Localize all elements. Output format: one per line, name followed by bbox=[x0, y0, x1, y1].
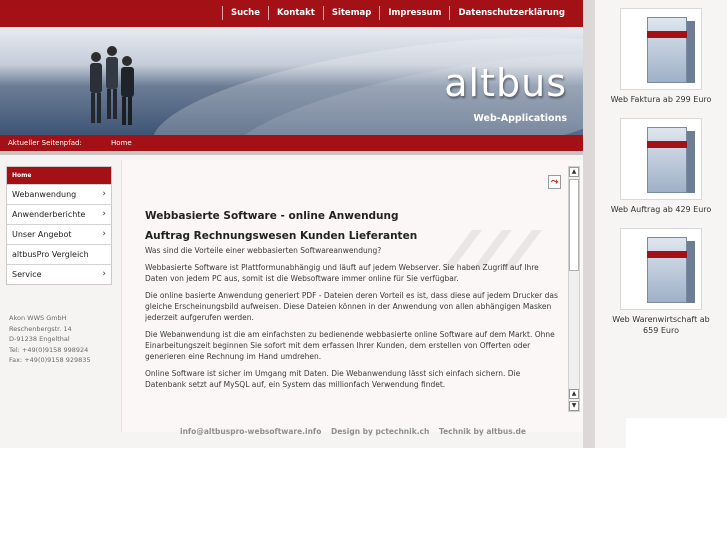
sidebar-item-webanwendung[interactable]: Webanwendung › bbox=[7, 184, 111, 204]
top-nav-items: Suche Kontakt Sitemap Impressum Datensch… bbox=[221, 6, 573, 20]
sidebar-item-label: Anwenderberichte bbox=[12, 210, 86, 219]
nav-item-impressum[interactable]: Impressum bbox=[379, 6, 449, 20]
product-box-image bbox=[620, 228, 702, 310]
article-paragraph: Die Webanwendung ist die am einfachsten … bbox=[145, 330, 555, 361]
address-line: Fax: +49(0)9158 929835 bbox=[9, 356, 91, 364]
content-scrollbar[interactable]: ▲ ▲ ▼ bbox=[568, 166, 580, 412]
business-people-image bbox=[90, 46, 134, 125]
breadcrumb-shadow bbox=[0, 151, 583, 155]
chevron-right-icon: › bbox=[102, 209, 106, 219]
sidebar-item-altbuspro-vergleich[interactable]: altbusPro Vergleich bbox=[7, 244, 111, 264]
footer-email-link[interactable]: info@altbuspro-websoftware.info bbox=[180, 427, 321, 436]
chevron-right-icon: › bbox=[102, 269, 106, 279]
address-line: Reschenbergstr. 14 bbox=[9, 324, 72, 333]
page-subtitle: Auftrag Rechnungswesen Kunden Lieferante… bbox=[145, 230, 418, 242]
footer-design-link[interactable]: Design by pctechnik.ch bbox=[331, 427, 429, 436]
sidebar-item-label: Webanwendung bbox=[12, 190, 77, 199]
article-paragraph: Die online basierte Anwendung generiert … bbox=[145, 291, 558, 322]
article: Webbasierte Software - online Anwendung … bbox=[145, 210, 563, 396]
product-caption: Web Auftrag ab 429 Euro bbox=[610, 205, 712, 214]
product-box-image bbox=[620, 8, 702, 90]
product-caption: Web Warenwirtschaft ab 659 Euro bbox=[595, 314, 727, 336]
main-frame: Suche Kontakt Sitemap Impressum Datensch… bbox=[0, 0, 583, 448]
product-caption-line: Web Warenwirtschaft ab bbox=[612, 315, 710, 324]
top-navigation: Suche Kontakt Sitemap Impressum Datensch… bbox=[0, 0, 583, 27]
sidebar-item-label: altbusPro Vergleich bbox=[12, 250, 89, 259]
address-line: Tel: +49(0)9158 998924 bbox=[9, 345, 89, 354]
article-paragraph: Webbasierte Software ist Plattformunabhä… bbox=[145, 263, 539, 283]
sidebar-item-label: Unser Angebot bbox=[12, 230, 72, 239]
sidebar-item-service[interactable]: Service › bbox=[7, 264, 111, 284]
sidebar-item-label: Service bbox=[12, 270, 42, 279]
scroll-down-arrow-icon[interactable]: ▼ bbox=[569, 401, 579, 411]
footer-technik-link[interactable]: Technik by altbus.de bbox=[439, 427, 526, 436]
sidebar-item-anwenderberichte[interactable]: Anwenderberichte › bbox=[7, 204, 111, 224]
frame-divider bbox=[583, 0, 595, 448]
product-column: Web Faktura ab 299 Euro Web Auftrag ab 4… bbox=[595, 0, 727, 448]
nav-item-suche[interactable]: Suche bbox=[221, 6, 268, 20]
product-caption-line: 659 Euro bbox=[643, 326, 679, 335]
product-web-warenwirtschaft[interactable]: Web Warenwirtschaft ab 659 Euro bbox=[595, 228, 727, 336]
pdf-icon[interactable]: ⤳ bbox=[548, 175, 561, 189]
product-web-faktura[interactable]: Web Faktura ab 299 Euro bbox=[595, 8, 727, 105]
scroll-up-arrow-icon[interactable]: ▲ bbox=[569, 167, 579, 177]
sidebar-item-unser-angebot[interactable]: Unser Angebot › bbox=[7, 224, 111, 244]
product-caption: Web Faktura ab 299 Euro bbox=[610, 95, 712, 104]
breadcrumb-home-link[interactable]: Home bbox=[111, 135, 132, 151]
breadcrumb: Aktueller Seitenpfad: Home bbox=[0, 135, 583, 151]
product-web-auftrag[interactable]: Web Auftrag ab 429 Euro bbox=[595, 118, 727, 215]
scroll-up-arrow-icon[interactable]: ▲ bbox=[569, 389, 579, 399]
nav-item-datenschutz[interactable]: Datenschutzerklärung bbox=[449, 6, 573, 20]
nav-item-kontakt[interactable]: Kontakt bbox=[267, 6, 323, 20]
address-line: D-91238 Engelthal bbox=[9, 335, 70, 343]
product-box-image bbox=[620, 118, 702, 200]
chevron-right-icon: › bbox=[102, 229, 106, 239]
page-root: Suche Kontakt Sitemap Impressum Datensch… bbox=[0, 0, 727, 545]
sidebar-item-home[interactable]: Home bbox=[7, 167, 111, 184]
chevron-right-icon: › bbox=[102, 189, 106, 199]
address-line: Akon WWS GmbH bbox=[9, 314, 67, 322]
nav-item-sitemap[interactable]: Sitemap bbox=[322, 6, 380, 20]
scroll-thumb[interactable] bbox=[569, 179, 579, 271]
article-paragraph: Was sind die Vorteile einer webbasierten… bbox=[145, 246, 382, 255]
breadcrumb-label: Aktueller Seitenpfad: bbox=[8, 139, 82, 147]
header-banner: altbus Web-Applications bbox=[0, 27, 583, 135]
brand-logo-text: altbus bbox=[444, 61, 567, 105]
sidebar-menu: Home Webanwendung › Anwenderberichte › U… bbox=[6, 166, 112, 285]
brand-subtitle: Web-Applications bbox=[473, 113, 567, 124]
blank-area bbox=[626, 418, 727, 448]
company-address: Akon WWS GmbH Reschenbergstr. 14 D-91238… bbox=[9, 313, 91, 366]
article-paragraph: Online Software ist sicher im Umgang mit… bbox=[145, 369, 521, 389]
footer: info@altbuspro-websoftware.info Design b… bbox=[180, 427, 533, 436]
page-title: Webbasierte Software - online Anwendung bbox=[145, 210, 399, 222]
